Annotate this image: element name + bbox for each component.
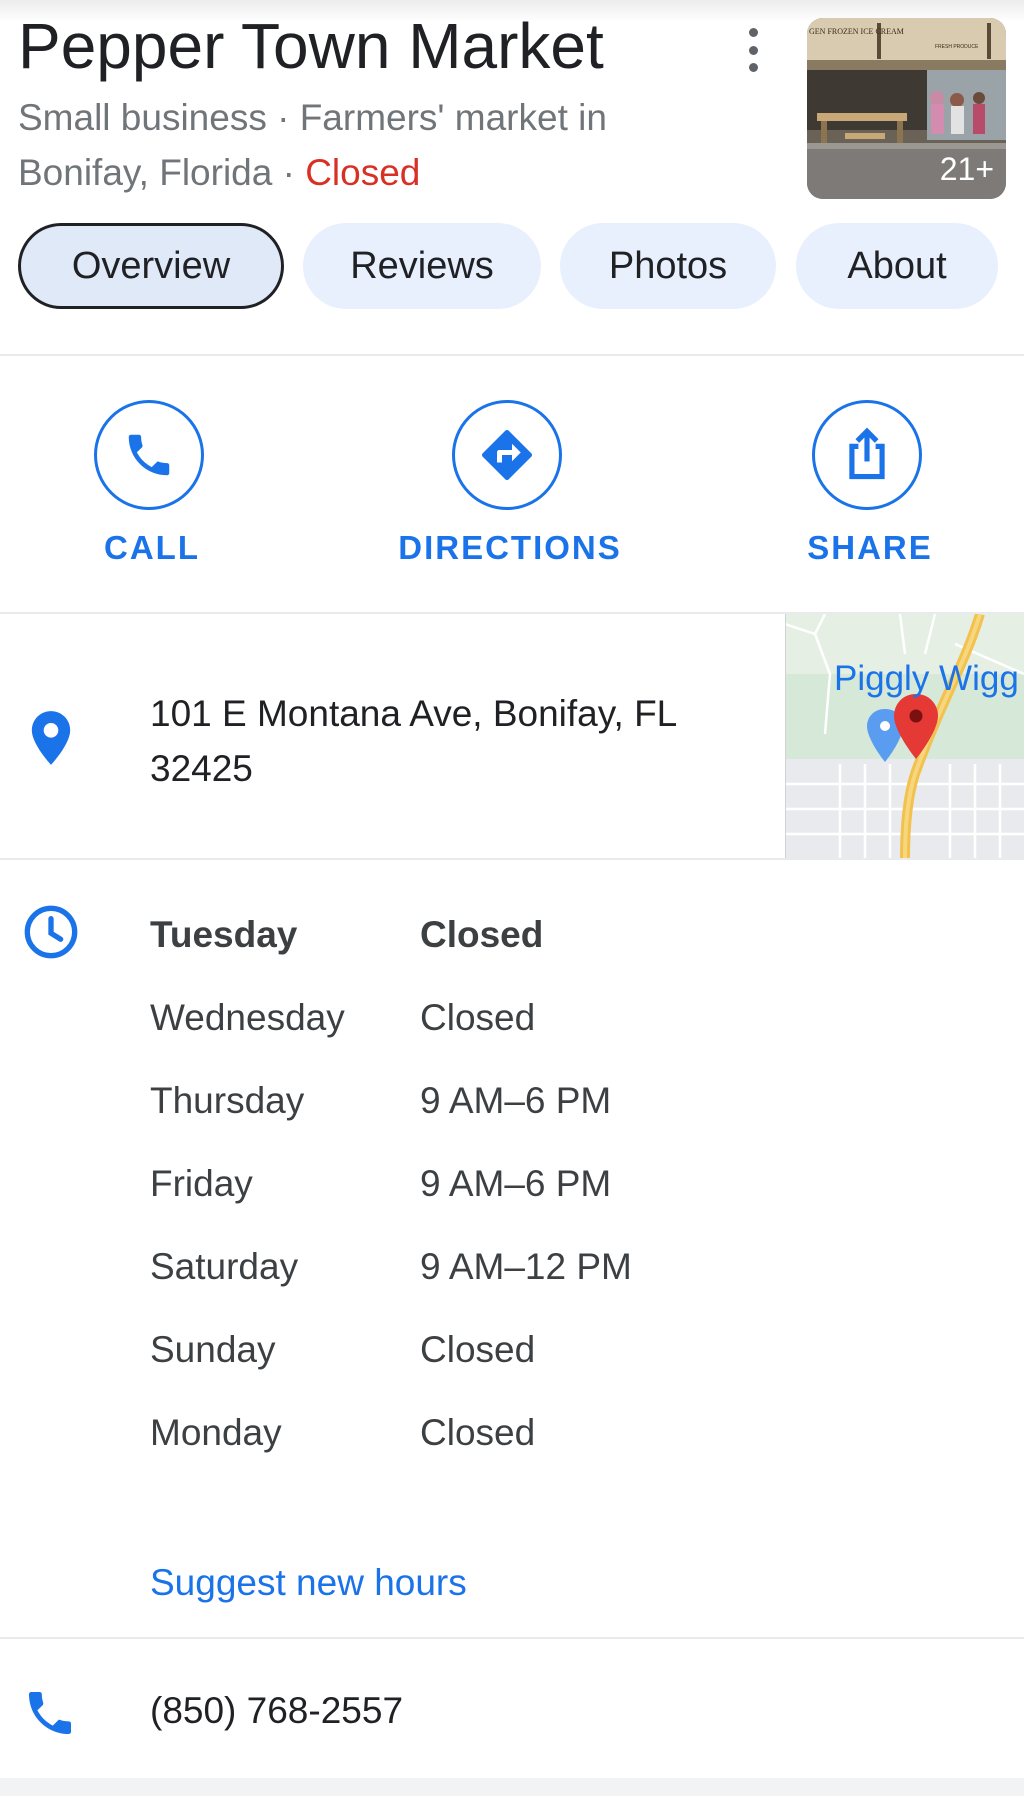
location-line: Bonifay, Florida · Closed <box>18 145 778 200</box>
photo-count: 21+ <box>939 151 994 187</box>
hours-row: Sunday Closed <box>150 1315 850 1398</box>
address-line-2: 32425 <box>150 748 253 789</box>
hours-row: Wednesday Closed <box>150 983 850 1066</box>
category-line: Small business · Farmers' market in <box>18 97 607 138</box>
hours-time: Closed <box>420 997 536 1038</box>
business-subtitle: Small business · Farmers' market in Boni… <box>18 90 778 200</box>
divider <box>0 858 1024 860</box>
address-row: 101 E Montana Ave, Bonifay, FL 32425 Pig… <box>0 614 1024 858</box>
phone-icon <box>29 1692 71 1734</box>
hours-row: Monday Closed <box>150 1398 850 1481</box>
hours-time: 9 AM–12 PM <box>420 1246 632 1287</box>
divider <box>0 1637 1024 1639</box>
address-text[interactable]: 101 E Montana Ave, Bonifay, FL 32425 <box>150 686 770 796</box>
directions-label: DIRECTIONS <box>398 529 622 566</box>
call-label: CALL <box>104 529 200 566</box>
call-circle <box>94 400 204 510</box>
tab-overview[interactable]: Overview <box>18 223 284 309</box>
location-text: Bonifay, Florida · <box>18 152 306 193</box>
status-closed: Closed <box>305 152 421 193</box>
directions-button[interactable]: DIRECTIONS <box>398 400 620 570</box>
location-pin-icon <box>31 711 71 765</box>
suggest-hours-link[interactable]: Suggest new hours <box>150 1558 467 1608</box>
hours-row-today: Tuesday Closed <box>150 900 850 983</box>
bottom-divider <box>0 1778 1024 1796</box>
hours-day: Sunday <box>150 1329 276 1370</box>
tab-about[interactable]: About <box>796 223 998 309</box>
share-icon <box>849 427 885 480</box>
phone-number[interactable]: (850) 768-2557 <box>150 1685 403 1737</box>
hours-day: Monday <box>150 1412 282 1453</box>
share-label: SHARE <box>807 529 933 566</box>
hours-time: 9 AM–6 PM <box>420 1163 612 1204</box>
tab-reviews[interactable]: Reviews <box>303 223 541 309</box>
divider <box>0 354 1024 356</box>
clock-icon <box>24 905 78 959</box>
hours-day: Wednesday <box>150 997 345 1038</box>
hours-day: Tuesday <box>150 914 298 955</box>
directions-circle <box>452 400 562 510</box>
share-circle <box>812 400 922 510</box>
tab-photos[interactable]: Photos <box>560 223 776 309</box>
hours-row: Thursday 9 AM–6 PM <box>150 1066 850 1149</box>
more-options-icon[interactable] <box>740 28 766 72</box>
map-poi-label: Piggly Wigg <box>834 659 1019 698</box>
hours-day: Saturday <box>150 1246 299 1287</box>
photo-thumbnail[interactable]: GEN FROZEN ICE CREAM FRESH PRODUCE 21+ <box>807 18 1006 199</box>
share-button[interactable]: SHARE <box>760 400 980 570</box>
hours-time: Closed <box>420 914 544 955</box>
call-button[interactable]: CALL <box>42 400 262 570</box>
business-name: Pepper Town Market <box>18 10 604 82</box>
tab-bar: Overview Reviews Photos About <box>18 223 1008 309</box>
hours-day: Thursday <box>150 1080 305 1121</box>
map-graphic <box>785 614 1024 858</box>
photo-sign-right: FRESH PRODUCE <box>935 44 979 50</box>
directions-icon <box>482 430 532 480</box>
photo-sign-left: GEN FROZEN ICE CREAM <box>809 27 904 36</box>
hours-row: Saturday 9 AM–12 PM <box>150 1232 850 1315</box>
hours-list[interactable]: Tuesday Closed Wednesday Closed Thursday… <box>150 900 850 1481</box>
hours-time: Closed <box>420 1329 536 1370</box>
hours-day: Friday <box>150 1163 253 1204</box>
hours-row: Friday 9 AM–6 PM <box>150 1149 850 1232</box>
map-thumbnail[interactable]: Piggly Wigg <box>785 614 1024 858</box>
hours-time: 9 AM–6 PM <box>420 1080 612 1121</box>
hours-time: Closed <box>420 1412 536 1453</box>
address-line-1: 101 E Montana Ave, Bonifay, FL <box>150 693 678 734</box>
phone-icon <box>128 434 170 476</box>
